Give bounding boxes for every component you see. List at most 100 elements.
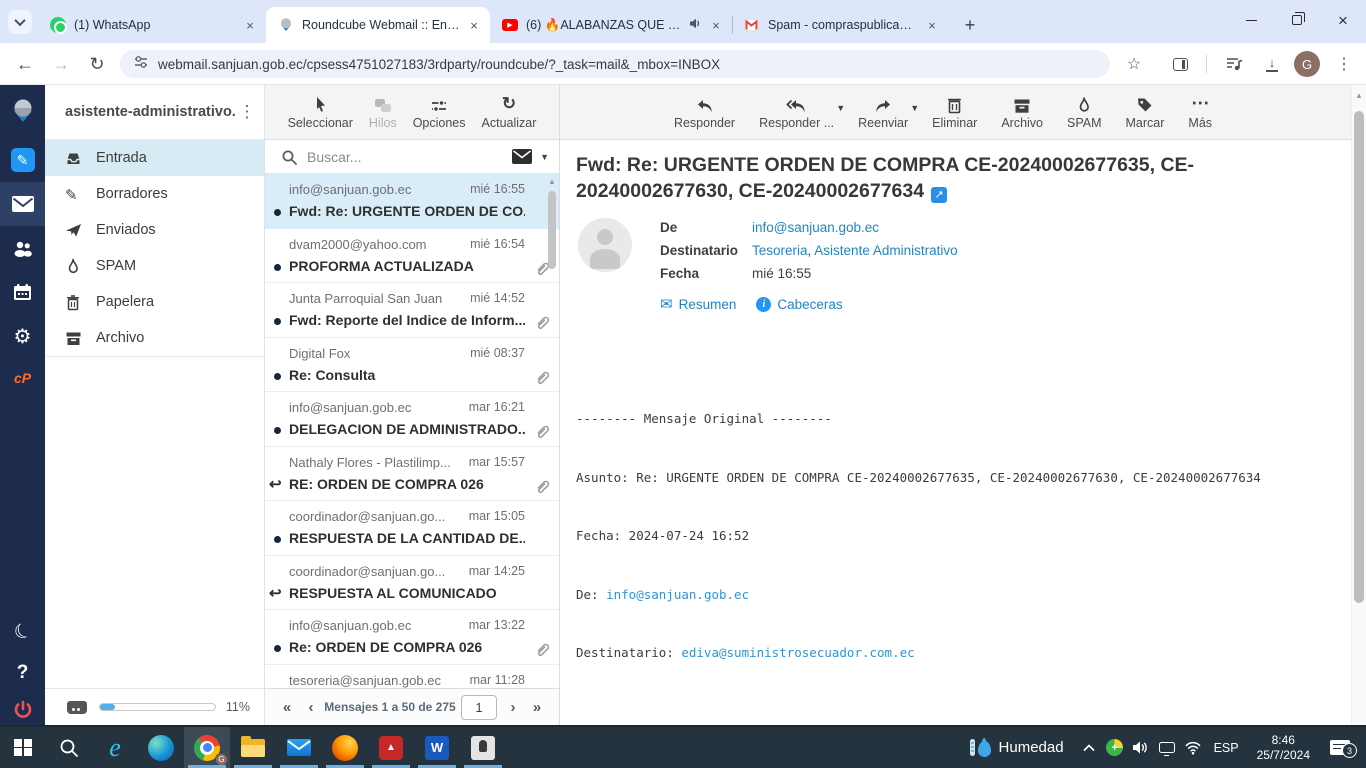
language-indicator[interactable]: ESP xyxy=(1206,726,1247,768)
message-row[interactable]: coordinador@sanjuan.go... mar 14:25 ↩ RE… xyxy=(265,556,559,611)
tab-audio-icon[interactable] xyxy=(689,17,702,33)
message-row[interactable]: Nathaly Flores - Plastilimp... mar 15:57… xyxy=(265,447,559,502)
scroll-up-arrow[interactable]: ▲ xyxy=(546,177,558,186)
from-address-link[interactable]: info@sanjuan.gob.ec xyxy=(752,220,879,235)
tab-youtube[interactable]: ▶ (6) 🔥ALABANZAS QUE TRA × xyxy=(490,7,732,43)
taskbar-java-app[interactable] xyxy=(460,727,506,768)
taskbar-mail[interactable] xyxy=(276,727,322,768)
taskbar-firefox[interactable] xyxy=(322,727,368,768)
chevron-down-icon[interactable]: ▼ xyxy=(836,103,845,113)
mark-button[interactable]: Marcar xyxy=(1126,95,1165,130)
list-scrollbar[interactable]: ▲ ▼ xyxy=(546,177,558,186)
list-scroll-thumb[interactable] xyxy=(548,191,556,269)
close-icon[interactable]: × xyxy=(708,17,724,33)
search-input[interactable] xyxy=(307,149,512,165)
page-input[interactable] xyxy=(461,695,497,720)
folder-enviados[interactable]: Enviados xyxy=(45,212,264,248)
archive-button[interactable]: Archivo xyxy=(1001,95,1043,130)
profile-avatar[interactable]: G xyxy=(1294,51,1320,77)
weather-widget[interactable]: Humedad xyxy=(958,739,1076,756)
calendar-nav-button[interactable] xyxy=(0,270,45,314)
contacts-nav-button[interactable] xyxy=(0,226,45,270)
chevron-down-icon[interactable]: ▼ xyxy=(910,103,919,113)
select-button[interactable]: Seleccionar xyxy=(288,95,353,130)
forward-button[interactable]: Reenviar ▼ xyxy=(858,95,908,130)
prev-page-button[interactable]: ‹ xyxy=(299,699,323,716)
to-link-1[interactable]: Tesoreria xyxy=(752,243,808,258)
downloads-button[interactable]: ↓ xyxy=(1260,52,1284,76)
message-row[interactable]: Digital Fox mié 08:37 Re: Consulta xyxy=(265,338,559,393)
summary-button[interactable]: ✉Resumen xyxy=(660,295,736,313)
next-page-button[interactable]: › xyxy=(501,699,525,716)
taskbar-chrome[interactable]: G xyxy=(184,727,230,768)
taskbar-internet-explorer[interactable]: e xyxy=(92,727,138,768)
folder-entrada[interactable]: Entrada xyxy=(45,140,264,176)
folder-borradores[interactable]: ✎ Borradores xyxy=(45,176,264,212)
reader-scroll-thumb[interactable] xyxy=(1354,111,1364,603)
scroll-up-arrow[interactable]: ▲ xyxy=(1353,91,1365,100)
reader-scrollbar[interactable]: ▲ xyxy=(1351,85,1366,725)
browser-menu-button[interactable]: ⋮ xyxy=(1332,52,1356,76)
delete-button[interactable]: Eliminar xyxy=(932,95,977,130)
close-button[interactable]: × xyxy=(1320,0,1366,40)
taskbar-file-explorer[interactable] xyxy=(230,727,276,768)
taskbar-acrobat[interactable]: ▲ xyxy=(368,727,414,768)
first-page-button[interactable]: « xyxy=(275,699,299,716)
close-icon[interactable]: × xyxy=(242,17,258,33)
message-row[interactable]: info@sanjuan.gob.ec mar 13:22 Re: ORDEN … xyxy=(265,610,559,665)
body-email-link[interactable]: info@sanjuan.gob.ec xyxy=(606,587,749,602)
message-row[interactable]: info@sanjuan.gob.ec mié 16:55 Fwd: Re: U… xyxy=(265,174,559,229)
search-scope-chevron[interactable]: ▼ xyxy=(540,152,549,162)
new-tab-button[interactable]: + xyxy=(956,11,984,39)
reply-all-button[interactable]: Responder ... ▼ xyxy=(759,95,834,130)
spam-button[interactable]: SPAM xyxy=(1067,95,1102,130)
threads-button[interactable]: Hilos xyxy=(369,95,397,130)
reply-button[interactable]: Responder xyxy=(674,95,735,130)
url-text[interactable]: webmail.sanjuan.gob.ec/cpsess4751027183/… xyxy=(158,57,720,72)
tab-search-button[interactable] xyxy=(8,10,32,34)
message-row[interactable]: coordinador@sanjuan.go... mar 15:05 RESP… xyxy=(265,501,559,556)
site-info-icon[interactable] xyxy=(134,55,148,74)
options-button[interactable]: Opciones xyxy=(413,95,466,130)
volume-tray-icon[interactable] xyxy=(1128,726,1154,768)
message-row[interactable]: Junta Parroquial San Juan mié 14:52 Fwd:… xyxy=(265,283,559,338)
tab-roundcube[interactable]: Roundcube Webmail :: Entrada × xyxy=(266,7,490,43)
settings-nav-button[interactable]: ⚙ xyxy=(0,314,45,358)
refresh-button[interactable]: ↻ xyxy=(84,51,110,77)
bookmark-star-button[interactable]: ☆ xyxy=(1122,52,1146,76)
start-button[interactable] xyxy=(0,727,46,768)
headers-button[interactable]: iCabeceras xyxy=(756,297,842,312)
notification-center-button[interactable]: 3 xyxy=(1320,726,1360,768)
compose-button[interactable]: ✎ xyxy=(0,138,45,182)
media-controls-button[interactable] xyxy=(1222,52,1246,76)
taskbar-word[interactable]: W xyxy=(414,727,460,768)
taskbar-search-button[interactable] xyxy=(46,727,92,768)
address-bar[interactable]: webmail.sanjuan.gob.ec/cpsess4751027183/… xyxy=(120,50,1110,78)
back-button[interactable]: ← xyxy=(12,51,38,77)
folder-papelera[interactable]: Papelera xyxy=(45,284,264,320)
taskbar-edge[interactable] xyxy=(138,727,184,768)
to-link-2[interactable]: Asistente Administrativo xyxy=(814,243,957,258)
body-email-link[interactable]: ediva@suministrosecuador.com.ec xyxy=(681,645,914,660)
folder-archivo[interactable]: Archivo xyxy=(45,320,264,357)
wifi-tray-icon[interactable] xyxy=(1180,726,1206,768)
last-page-button[interactable]: » xyxy=(525,699,549,716)
folder-spam[interactable]: SPAM xyxy=(45,248,264,284)
refresh-list-button[interactable]: ↻ Actualizar xyxy=(482,95,537,130)
message-row[interactable]: info@sanjuan.gob.ec mar 16:21 DELEGACION… xyxy=(265,392,559,447)
side-panel-button[interactable] xyxy=(1168,52,1192,76)
restore-button[interactable] xyxy=(1274,0,1320,40)
cast-tray-icon[interactable] xyxy=(1154,726,1180,768)
more-button[interactable]: ⋯ Más xyxy=(1188,95,1212,130)
clock[interactable]: 8:46 25/7/2024 xyxy=(1247,733,1320,763)
close-icon[interactable]: × xyxy=(924,17,940,33)
mark-read-envelope-icon[interactable] xyxy=(512,149,532,164)
forward-button[interactable]: → xyxy=(48,51,74,77)
tab-gmail[interactable]: Spam - compraspublicasgadsan × xyxy=(732,7,948,43)
mail-nav-button[interactable] xyxy=(0,182,45,226)
message-row[interactable]: tesoreria@sanjuan.gob.ec mar 11:28 xyxy=(265,665,559,689)
minimize-button[interactable] xyxy=(1228,0,1274,40)
tab-whatsapp[interactable]: (1) WhatsApp × xyxy=(38,7,266,43)
open-in-new-window-icon[interactable]: ↗ xyxy=(931,187,947,203)
folder-menu-button[interactable]: ⋮ xyxy=(236,102,258,122)
